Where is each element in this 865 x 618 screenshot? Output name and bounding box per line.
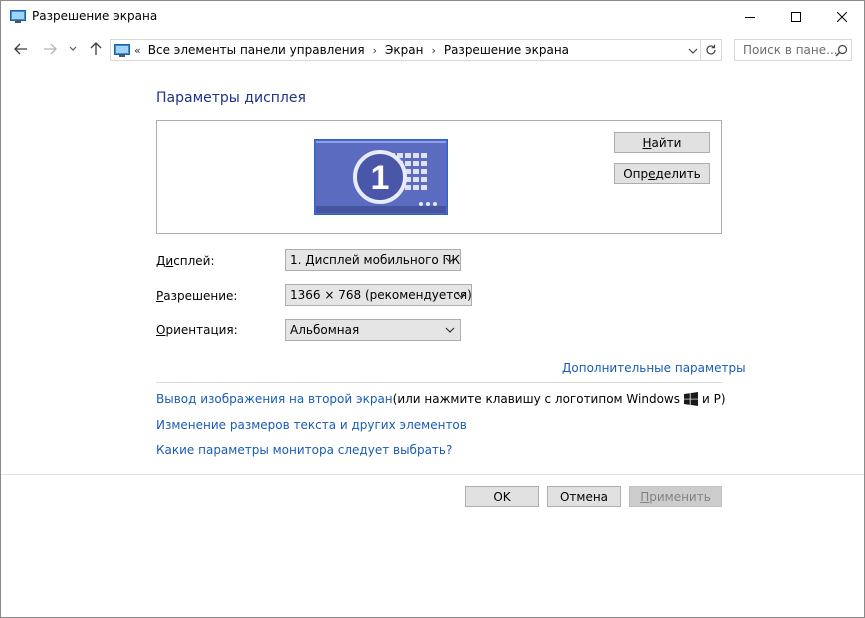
search-placeholder: Поиск в пане... <box>743 43 838 57</box>
maximize-button[interactable] <box>773 1 819 32</box>
cancel-button[interactable]: Отмена <box>547 486 621 507</box>
project-second-screen-link[interactable]: Вывод изображения на второй экран <box>156 392 393 406</box>
text-size-link[interactable]: Изменение размеров текста и других элеме… <box>156 418 467 432</box>
apply-label-accesskey: П <box>640 489 650 504</box>
breadcrumb-overflow[interactable]: « <box>134 44 141 57</box>
project-row: Вывод изображения на второй экран (или н… <box>156 392 726 406</box>
search-input[interactable]: Поиск в пане... <box>734 39 852 61</box>
chevron-down-icon <box>445 327 455 333</box>
orientation-select[interactable]: Альбомная <box>285 319 461 341</box>
refresh-icon <box>706 44 716 55</box>
arrow-up-icon <box>90 42 102 55</box>
back-button[interactable] <box>12 39 30 59</box>
breadcrumb-separator[interactable]: › <box>431 44 435 57</box>
display-resolution-window: Разрешение экрана « Все элементы панели … <box>0 0 865 618</box>
close-icon <box>837 11 847 22</box>
chevron-down-icon <box>456 292 466 298</box>
identify-button[interactable]: Опр е делить <box>614 163 710 184</box>
arrow-right-icon <box>44 43 57 55</box>
divider <box>156 382 722 383</box>
monitor-number: 1 <box>371 159 390 197</box>
minimize-icon <box>745 16 755 18</box>
control-panel-icon <box>114 44 130 57</box>
identify-label-prefix: Опр <box>623 166 649 181</box>
breadcrumb-display[interactable]: Экран <box>385 43 423 57</box>
page-title: Параметры дисплея <box>156 90 306 106</box>
chevron-down-icon <box>69 46 77 51</box>
display-select[interactable]: 1. Дисплей мобильного ПК <box>285 249 461 271</box>
apply-label-suffix: рименить <box>649 489 711 504</box>
display-select-value: 1. Дисплей мобильного ПК <box>290 253 461 267</box>
navigation-bar: « Все элементы панели управления › Экран… <box>1 32 864 67</box>
resolution-label: Разрешение: <box>156 289 237 303</box>
identify-label-suffix: делить <box>655 166 701 181</box>
chevron-down-icon[interactable] <box>687 45 699 57</box>
maximize-icon <box>791 11 801 22</box>
resolution-select[interactable]: 1366 × 768 (рекомендуется) <box>285 284 472 306</box>
ok-button[interactable]: OK <box>465 486 539 507</box>
display-label-suffix: сплей: <box>173 254 215 268</box>
address-bar[interactable]: « Все элементы панели управления › Экран… <box>110 39 701 61</box>
up-button[interactable] <box>88 39 104 59</box>
breadcrumb: « Все элементы панели управления › Экран… <box>134 43 569 57</box>
display-arrangement-area: 1 Найти Опр е делить <box>156 120 722 234</box>
monitor-help-link[interactable]: Какие параметры монитора следует выбрать… <box>156 443 452 457</box>
resolution-label-suffix: азрешение: <box>163 289 238 303</box>
display-label: Дисплей: <box>156 254 215 268</box>
monitor-icon <box>10 10 26 23</box>
refresh-button[interactable] <box>701 39 722 61</box>
advanced-settings-link[interactable]: Дополнительные параметры <box>562 361 746 375</box>
breadcrumb-all-control-panel-items[interactable]: Все элементы панели управления <box>148 43 365 57</box>
search-icon[interactable] <box>835 44 848 57</box>
identify-label-accesskey: е <box>648 166 656 181</box>
forward-button[interactable] <box>41 39 59 59</box>
minimize-button[interactable] <box>727 1 773 32</box>
windows-logo-icon <box>683 392 698 406</box>
window-title: Разрешение экрана <box>32 9 158 23</box>
chevron-down-icon <box>445 257 455 263</box>
arrow-left-icon <box>14 43 27 55</box>
orientation-label: Ориентация: <box>156 323 238 337</box>
display-label-prefix: Д <box>156 254 166 268</box>
display-1-monitor[interactable]: 1 <box>314 139 448 215</box>
find-button[interactable]: Найти <box>614 132 710 153</box>
find-label-accesskey: Н <box>642 135 652 150</box>
apply-button[interactable]: Применить <box>629 486 722 507</box>
orientation-label-suffix: риентация: <box>165 323 238 337</box>
orientation-select-value: Альбомная <box>290 323 360 337</box>
close-button[interactable] <box>819 1 865 32</box>
recent-locations-button[interactable] <box>67 39 79 59</box>
project-hint-text: (или нажмите клавишу с логотипом Windows <box>392 392 680 406</box>
find-label-suffix: айти <box>651 135 682 150</box>
footer-divider <box>1 474 864 475</box>
breadcrumb-separator[interactable]: › <box>373 44 377 57</box>
project-hint-suffix: и P) <box>701 392 726 406</box>
title-bar: Разрешение экрана <box>1 1 864 32</box>
resolution-select-value: 1366 × 768 (рекомендуется) <box>290 288 472 302</box>
breadcrumb-screen-resolution[interactable]: Разрешение экрана <box>444 43 569 57</box>
